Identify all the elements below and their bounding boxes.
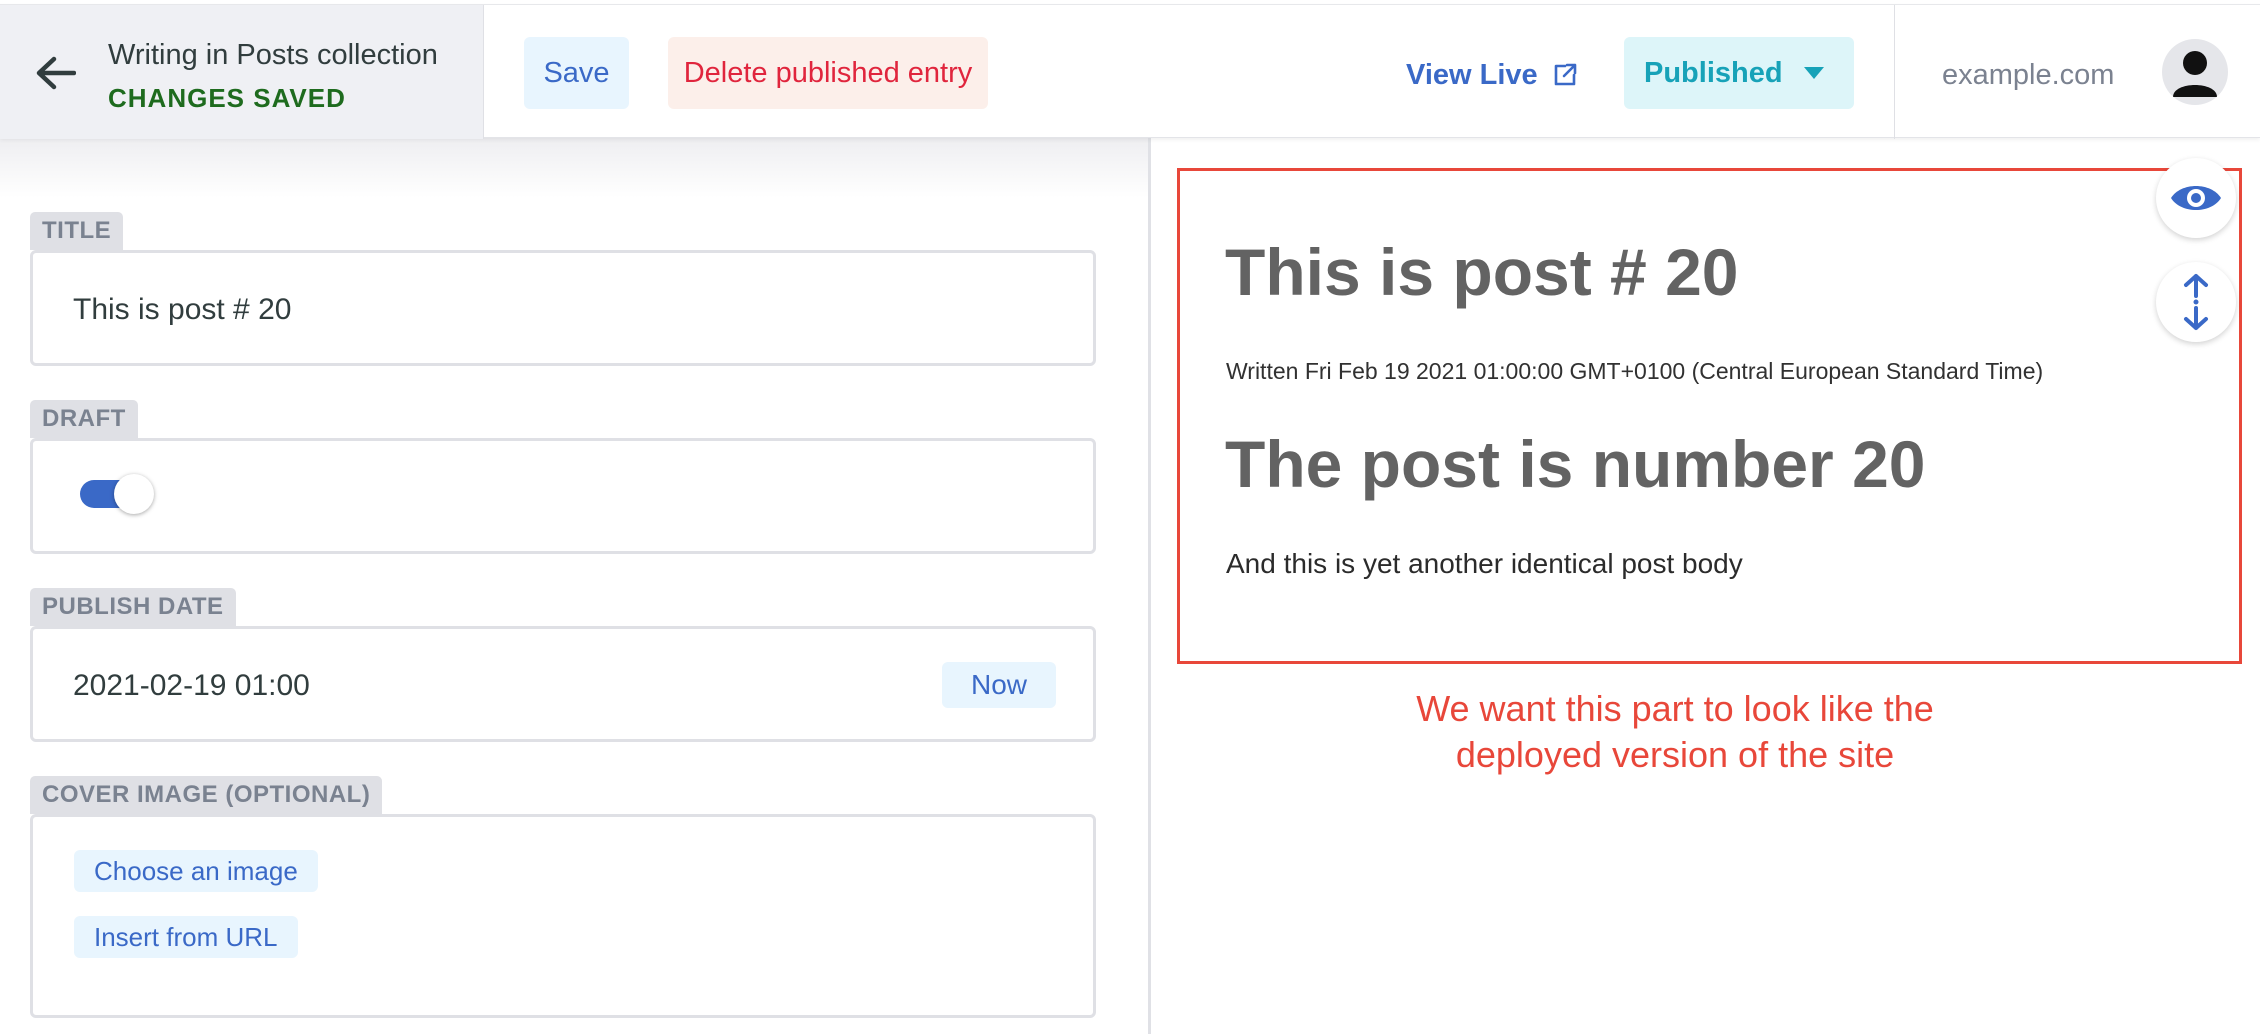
user-avatar-icon[interactable] (2162, 39, 2228, 105)
publish-date-input[interactable]: 2021-02-19 01:00 (73, 669, 310, 703)
back-area[interactable]: Writing in Posts collection CHANGES SAVE… (0, 5, 484, 139)
external-link-icon (1554, 63, 1576, 86)
choose-image-button[interactable]: Choose an image (74, 850, 318, 892)
collection-title: Writing in Posts collection (108, 39, 438, 71)
caret-down-icon (1804, 67, 1824, 79)
avatar-glyph (2173, 51, 2217, 97)
title-field[interactable]: This is post # 20 (30, 250, 1096, 366)
preview-title: This is post # 20 (1225, 235, 1739, 309)
save-status: CHANGES SAVED (108, 83, 346, 113)
preview-body: And this is yet another identical post b… (1226, 548, 1743, 579)
publish-status-label: Published (1644, 57, 1783, 89)
editor-shadow (0, 138, 1148, 198)
view-live-label: View Live (1406, 58, 1538, 91)
preview-meta: Written Fri Feb 19 2021 01:00:00 GMT+010… (1226, 358, 2044, 384)
arrow-left-icon[interactable] (34, 55, 76, 91)
title-input[interactable]: This is post # 20 (73, 293, 291, 327)
view-live-link[interactable]: View Live (1406, 55, 1578, 95)
annotation-line-1: We want this part to look like the (1416, 688, 1934, 729)
draft-field (30, 438, 1096, 554)
publish-date-field[interactable]: 2021-02-19 01:00 (30, 626, 1096, 742)
now-button[interactable]: Now (942, 662, 1056, 708)
sync-scroll-icon (2184, 274, 2208, 330)
preview-toggle-button[interactable] (2156, 158, 2236, 238)
delete-published-entry-button[interactable]: Delete published entry (668, 37, 988, 109)
insert-from-url-button[interactable]: Insert from URL (74, 916, 298, 958)
site-url[interactable]: example.com (1942, 59, 2114, 92)
save-button[interactable]: Save (524, 37, 629, 109)
title-field-label: TITLE (30, 212, 124, 250)
editor-toolbar: Writing in Posts collection CHANGES SAVE… (0, 4, 2260, 139)
cover-image-field-label: COVER IMAGE (OPTIONAL) (30, 776, 383, 814)
preview-heading: The post is number 20 (1225, 427, 1926, 501)
draft-field-label: DRAFT (30, 400, 138, 438)
annotation-note: We want this part to look like the deplo… (1370, 686, 1980, 778)
draft-toggle-knob[interactable] (114, 474, 154, 514)
publish-date-field-label: PUBLISH DATE (30, 588, 236, 626)
pane-divider[interactable] (1148, 138, 1151, 1034)
annotation-line-2: deployed version of the site (1455, 734, 1895, 775)
publish-status-dropdown[interactable]: Published (1624, 37, 1854, 109)
sync-scroll-button[interactable] (2156, 262, 2236, 342)
eye-icon (2171, 186, 2221, 210)
